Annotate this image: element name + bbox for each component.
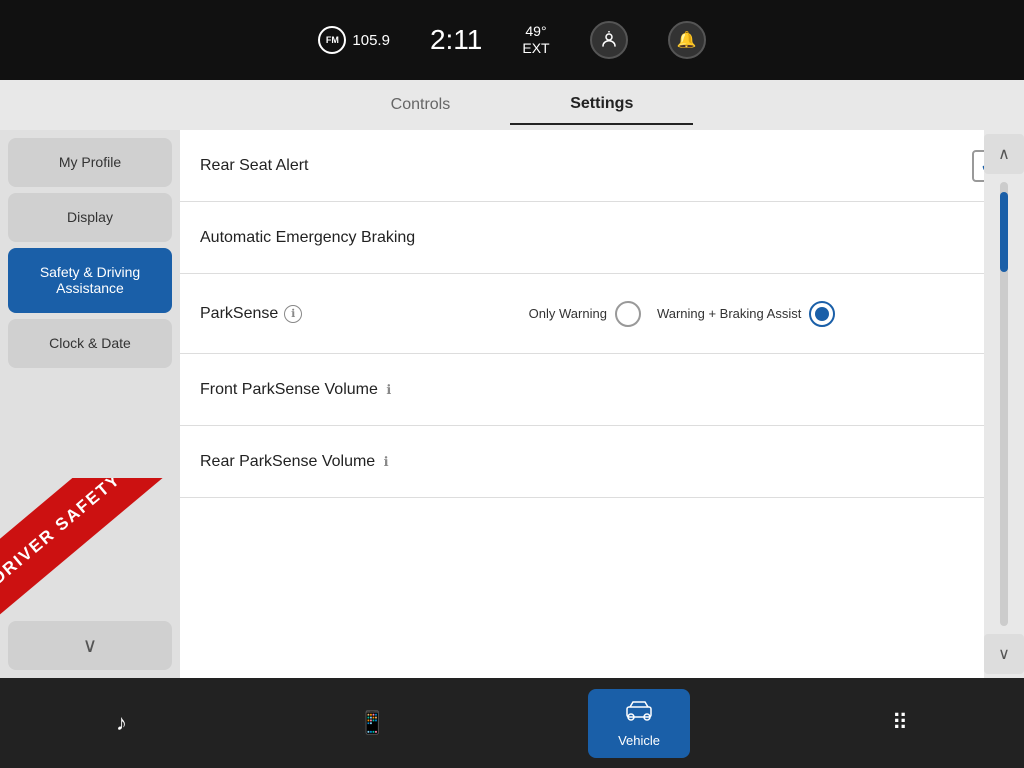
tab-bar: Controls Settings [0,80,1024,130]
phone-icon: 📱 [359,710,386,736]
rear-parksense-row: Rear ParkSense Volume ℹ › [180,426,1024,498]
bell-icon: 🔔 [677,30,697,50]
nav-item-vehicle[interactable]: Vehicle [588,689,690,758]
vehicle-label: Vehicle [618,733,660,748]
warning-braking-option[interactable]: Warning + Braking Assist [657,301,835,327]
sidebar-item-display[interactable]: Display [8,193,172,242]
nav-item-apps[interactable]: ⠿ [862,700,938,746]
content-area: My Profile Display Safety & Driving Assi… [0,130,1024,678]
warning-braking-label: Warning + Braking Assist [657,306,801,322]
status-bar: FM 105.9 2:11 49° EXT 🔔 [0,0,1024,80]
music-icon: ♪ [116,710,127,736]
bottom-nav: ♪ 📱 Vehicle ⠿ [0,678,1024,768]
sidebar-item-clock[interactable]: Clock & Date [8,319,172,368]
bell-icon-btn[interactable]: 🔔 [668,21,706,59]
scroll-controls: ∧ ∨ [984,130,1024,678]
front-parksense-info-icon[interactable]: ℹ [386,382,391,397]
rear-seat-alert-row: Rear Seat Alert ✓ [180,130,1024,202]
fm-radio-display: FM 105.9 [318,26,390,54]
sidebar-item-safety[interactable]: Safety & Driving Assistance [8,248,172,314]
sidebar: My Profile Display Safety & Driving Assi… [0,130,180,678]
nav-item-music[interactable]: ♪ [86,700,157,746]
front-parksense-row: Front ParkSense Volume ℹ › [180,354,1024,426]
fm-station: 105.9 [352,32,390,49]
rear-parksense-label: Rear ParkSense Volume ℹ [200,453,997,471]
parksense-row: ParkSense ℹ Only Warning Warning + Braki… [180,274,1024,354]
aeb-row: Automatic Emergency Braking › [180,202,1024,274]
clock: 2:11 [430,24,482,56]
temperature-display: 49° EXT [522,23,549,57]
tab-controls[interactable]: Controls [331,86,511,124]
front-parksense-label: Front ParkSense Volume ℹ [200,381,997,399]
parksense-info-icon[interactable]: ℹ [284,305,302,323]
scroll-up-btn[interactable]: ∧ [984,134,1024,174]
only-warning-radio[interactable] [615,301,641,327]
only-warning-label: Only Warning [529,306,607,322]
fm-badge: FM [318,26,346,54]
time-display: 2:11 [430,24,482,56]
sidebar-scroll-down[interactable]: ∨ [8,621,172,670]
aeb-label: Automatic Emergency Braking [200,229,997,247]
rear-seat-alert-label: Rear Seat Alert [200,157,972,175]
settings-panel: Rear Seat Alert ✓ Automatic Emergency Br… [180,130,1024,678]
vehicle-icon [623,699,655,727]
scroll-thumb [1000,192,1008,272]
warning-braking-radio[interactable] [809,301,835,327]
parksense-radio-group: Only Warning Warning + Braking Assist [360,301,1004,327]
driver-icon-btn[interactable] [590,21,628,59]
sidebar-item-my-profile[interactable]: My Profile [8,138,172,187]
scroll-down-btn[interactable]: ∨ [984,634,1024,674]
parksense-label: ParkSense ℹ [200,305,360,323]
rear-parksense-info-icon[interactable]: ℹ [384,454,389,469]
tab-settings[interactable]: Settings [510,85,693,125]
only-warning-option[interactable]: Only Warning [529,301,641,327]
scroll-track [1000,182,1008,626]
apps-icon: ⠿ [892,710,908,736]
main-content: Controls Settings My Profile Display Saf… [0,80,1024,678]
nav-item-phone[interactable]: 📱 [329,700,416,746]
